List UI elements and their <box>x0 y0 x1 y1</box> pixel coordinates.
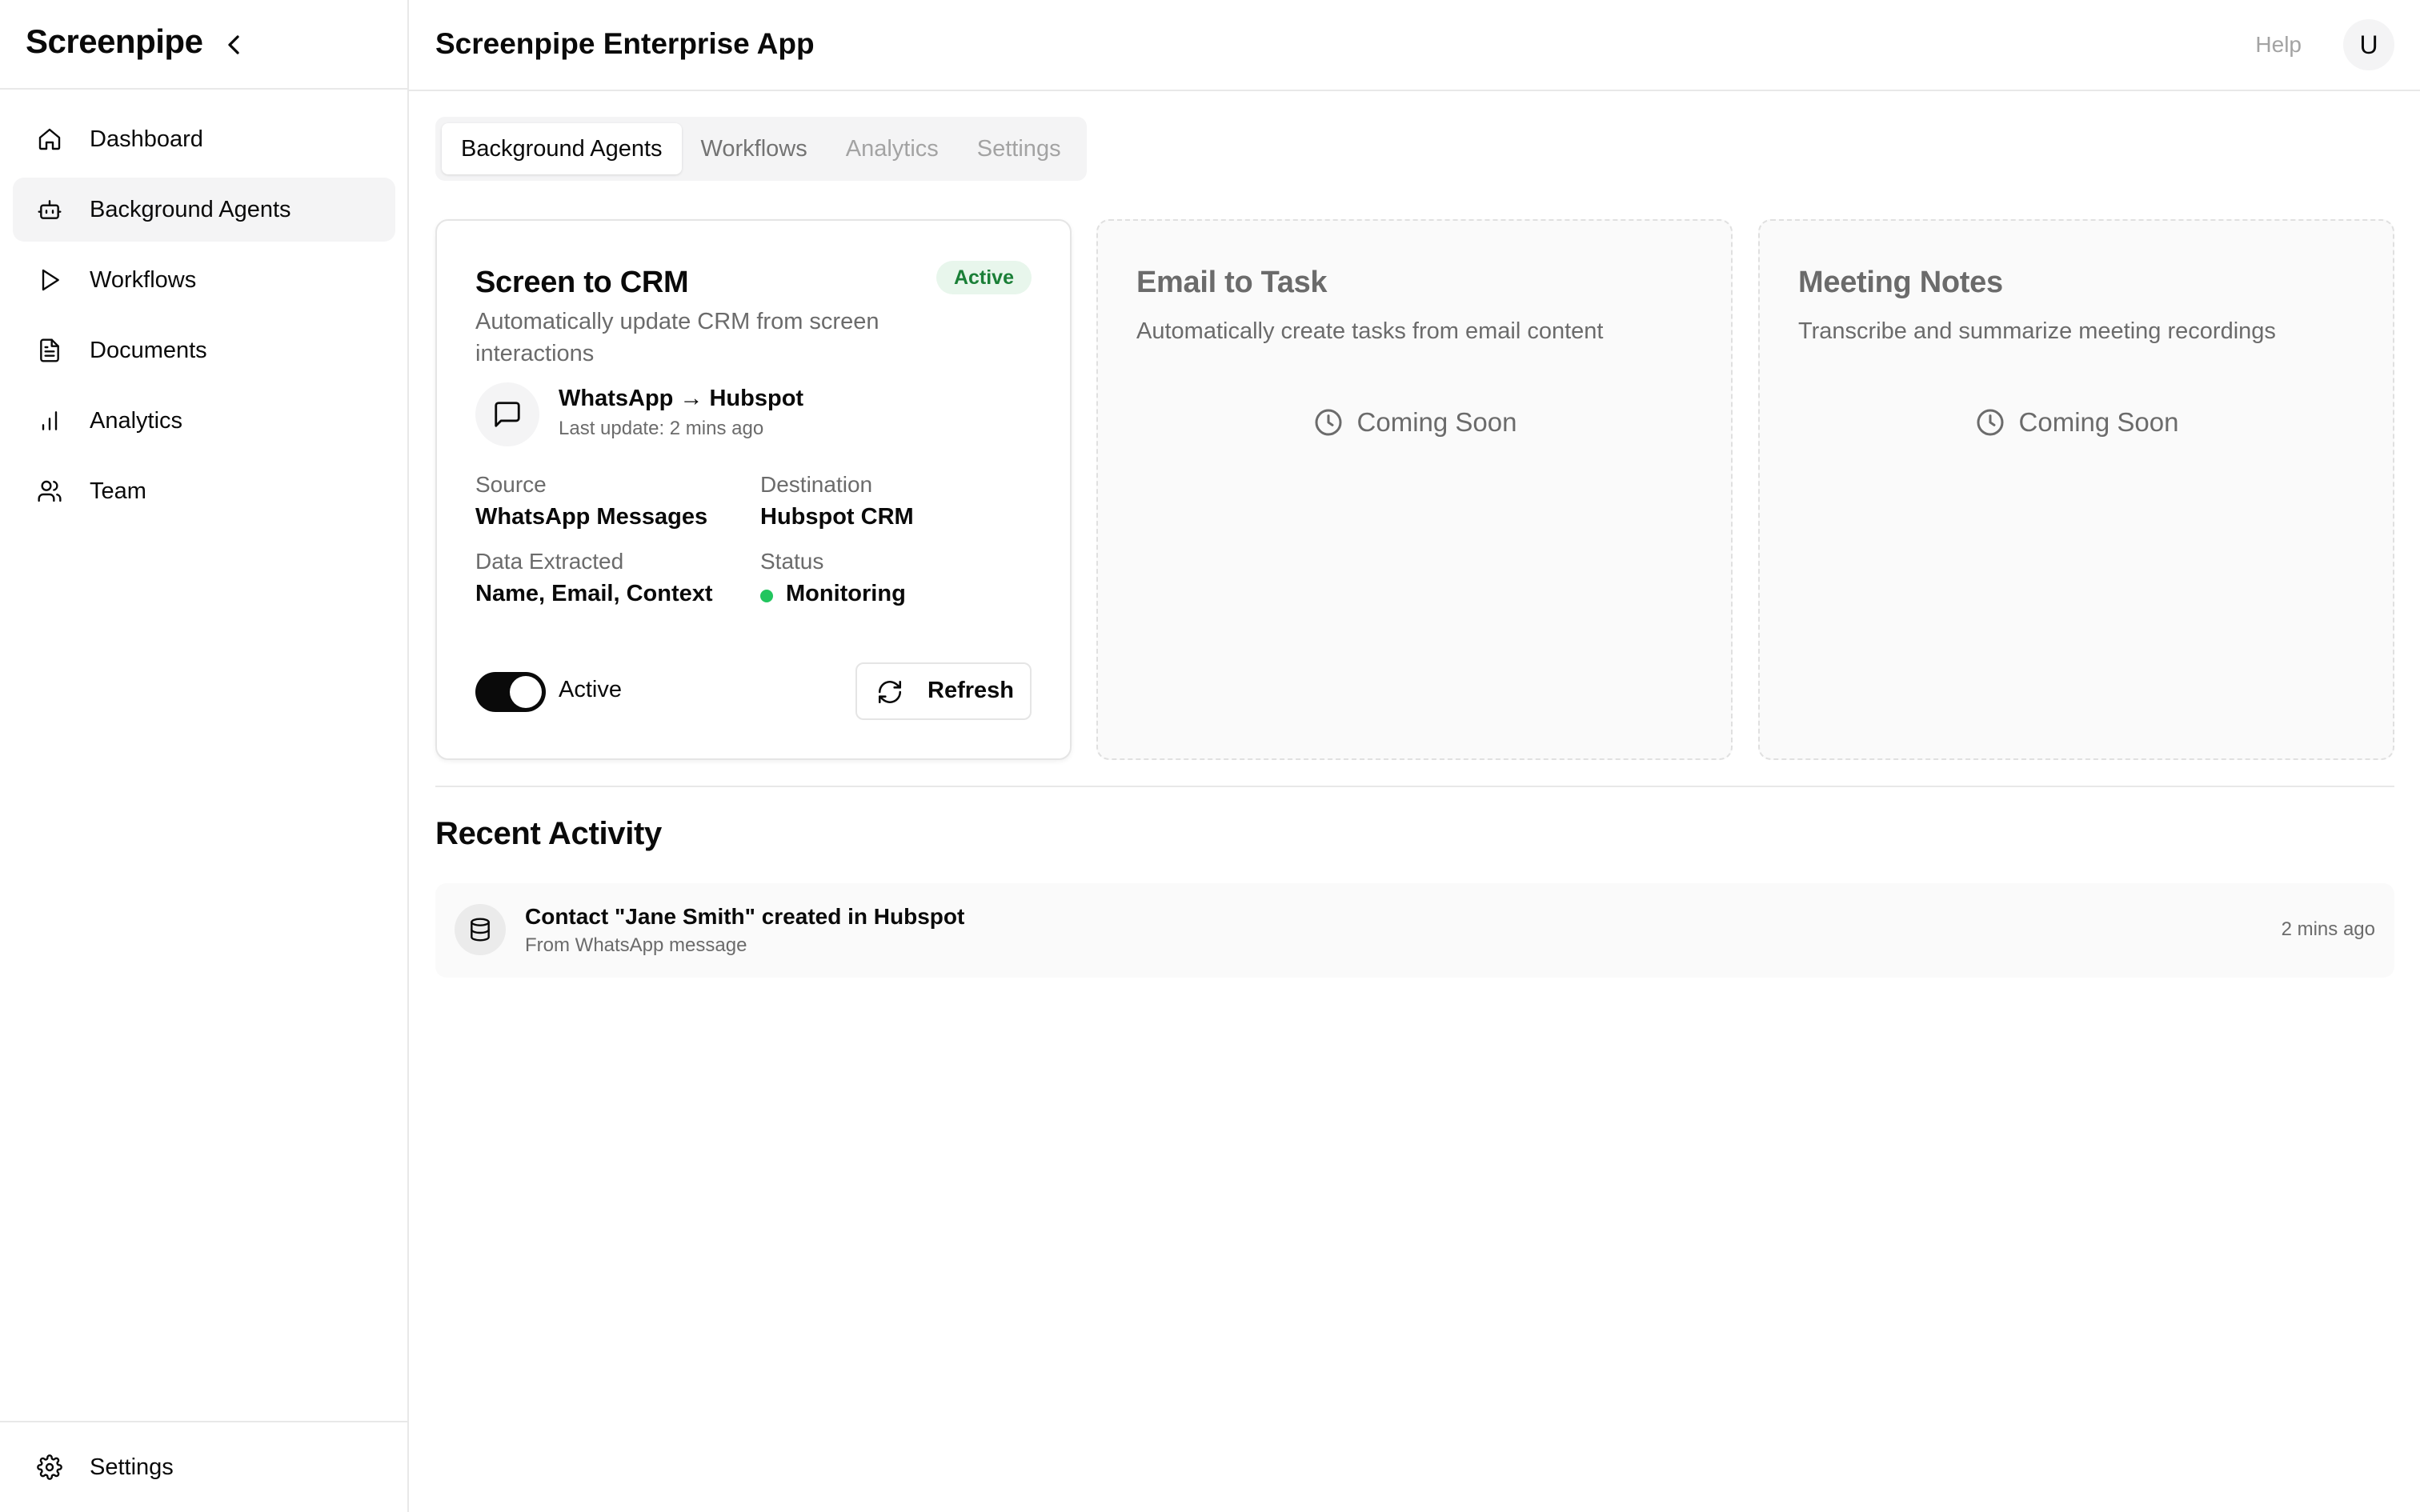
status-badge: Active <box>936 261 1032 294</box>
avatar[interactable]: U <box>2343 19 2394 70</box>
agent-card-meeting-notes: Meeting Notes Transcribe and summarize m… <box>1758 219 2394 760</box>
sidebar-item-label: Dashboard <box>90 126 203 152</box>
tab-analytics[interactable]: Analytics <box>827 123 958 174</box>
coming-soon-label: Coming Soon <box>1356 407 1517 437</box>
source-label: Source <box>475 472 547 497</box>
card-description: Automatically update CRM from screen int… <box>475 309 879 366</box>
bar-chart-icon <box>42 411 58 430</box>
source-value: WhatsApp Messages <box>475 504 708 530</box>
app-root: Screenpipe Dashboard Background Agents W… <box>0 0 2420 1512</box>
card-title: Email to Task <box>1136 266 1328 299</box>
database-icon <box>471 918 490 942</box>
activity-timestamp: 2 mins ago <box>2281 918 2375 940</box>
page-title: Screenpipe Enterprise App <box>435 27 815 60</box>
top-header: Screenpipe Enterprise App Help U <box>409 0 2420 91</box>
sidebar-nav: Dashboard Background Agents Workflows Do… <box>13 107 395 530</box>
agent-card-screen-to-crm: Screen to CRM Active Automatically updat… <box>435 219 1072 760</box>
connection-title: WhatsApp → Hubspot <box>559 386 804 411</box>
refresh-icon <box>878 680 902 704</box>
connection-icon-wrap <box>475 382 539 446</box>
tab-bar: Background Agents Workflows Analytics Se… <box>435 117 1087 181</box>
collapse-sidebar-button[interactable] <box>218 29 250 61</box>
sidebar-item-team[interactable]: Team <box>13 459 395 523</box>
destination-value: Hubspot CRM <box>760 504 914 530</box>
document-icon <box>40 338 59 362</box>
sidebar-item-label: Background Agents <box>90 197 291 222</box>
card-description: Automatically create tasks from email co… <box>1136 318 1604 344</box>
brand-logo: Screenpipe <box>26 22 203 60</box>
sidebar-item-label: Workflows <box>90 267 197 293</box>
refresh-button[interactable]: Refresh <box>855 662 1032 720</box>
sidebar-item-dashboard[interactable]: Dashboard <box>13 107 395 171</box>
toggle-label: Active <box>559 677 622 702</box>
sidebar-item-settings[interactable]: Settings <box>13 1435 395 1499</box>
active-toggle[interactable] <box>475 672 546 712</box>
recent-activity-title: Recent Activity <box>435 816 663 851</box>
status-value: Monitoring <box>786 581 906 606</box>
sidebar-item-analytics[interactable]: Analytics <box>13 389 395 453</box>
home-icon <box>38 128 61 150</box>
help-link[interactable]: Help <box>2255 32 2302 58</box>
sidebar-footer: Settings <box>0 1421 407 1512</box>
activity-subtitle: From WhatsApp message <box>525 934 747 956</box>
list-item[interactable]: Contact "Jane Smith" created in Hubspot … <box>435 883 2394 978</box>
connection-last-update: Last update: 2 mins ago <box>559 418 764 439</box>
section-divider <box>435 786 2394 787</box>
destination-label: Destination <box>760 472 873 497</box>
activity-title: Contact "Jane Smith" created in Hubspot <box>525 904 965 929</box>
status-label: Status <box>760 549 824 574</box>
tab-background-agents[interactable]: Background Agents <box>442 123 682 174</box>
message-square-icon <box>495 402 520 427</box>
sidebar-item-label: Analytics <box>90 408 183 434</box>
sidebar-item-label: Team <box>90 478 146 504</box>
sidebar-header: Screenpipe <box>0 0 407 90</box>
refresh-label: Refresh <box>928 678 1014 703</box>
toggle-knob <box>510 676 542 708</box>
activity-icon-wrap <box>455 904 506 955</box>
sidebar-item-label: Settings <box>90 1454 174 1480</box>
agent-card-email-to-task: Email to Task Automatically create tasks… <box>1096 219 1733 760</box>
coming-soon-label: Coming Soon <box>2018 407 2179 437</box>
users-icon <box>38 480 62 502</box>
data-extracted-label: Data Extracted <box>475 549 624 574</box>
tab-settings[interactable]: Settings <box>958 123 1080 174</box>
gear-icon <box>37 1454 62 1480</box>
sidebar-item-background-agents[interactable]: Background Agents <box>13 178 395 242</box>
card-title: Meeting Notes <box>1798 266 2003 299</box>
clock-icon <box>1315 409 1342 436</box>
coming-soon: Coming Soon <box>1760 406 2393 438</box>
card-title: Screen to CRM <box>475 266 689 299</box>
bot-icon <box>38 200 62 219</box>
status-dot <box>760 590 773 602</box>
coming-soon: Coming Soon <box>1098 406 1731 438</box>
tab-workflows[interactable]: Workflows <box>682 123 827 174</box>
clock-icon <box>1977 409 2004 436</box>
sidebar-item-documents[interactable]: Documents <box>13 318 395 382</box>
sidebar-item-workflows[interactable]: Workflows <box>13 248 395 312</box>
play-icon <box>42 269 59 291</box>
sidebar: Screenpipe Dashboard Background Agents W… <box>0 0 409 1512</box>
sidebar-item-label: Documents <box>90 338 207 363</box>
chevron-left-icon <box>228 35 239 54</box>
data-extracted-value: Name, Email, Context <box>475 581 713 606</box>
card-description: Transcribe and summarize meeting recordi… <box>1798 318 2276 344</box>
